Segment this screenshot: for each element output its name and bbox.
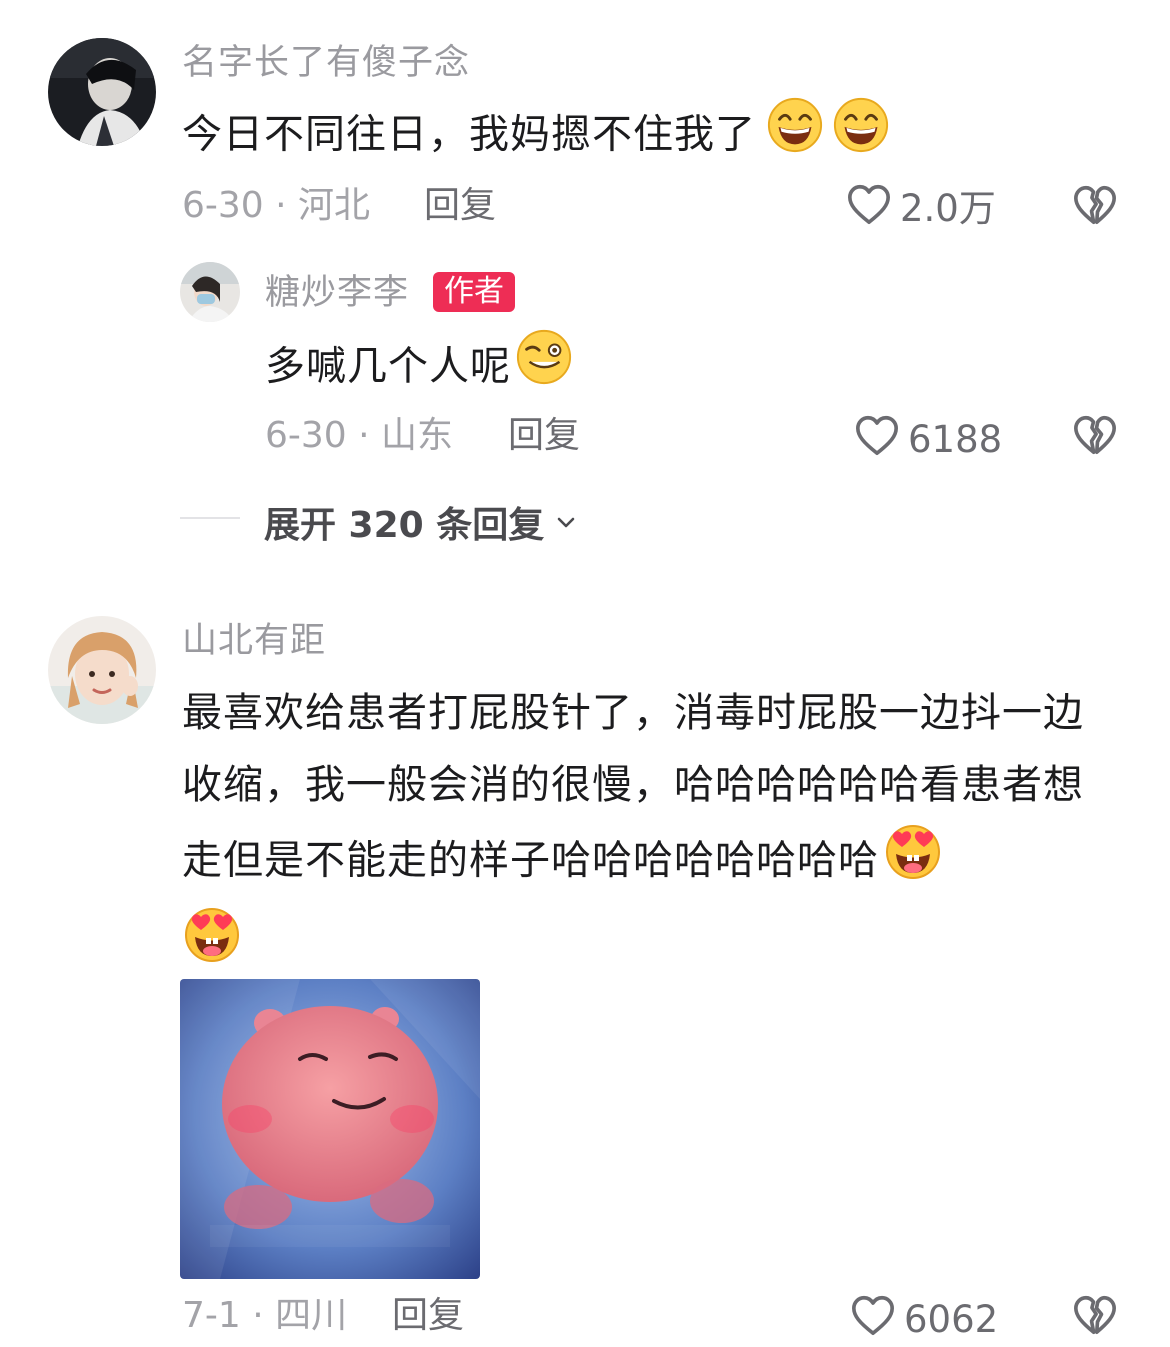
like-button[interactable]: 6188	[854, 413, 1002, 467]
expand-replies-label: 展开 320 条回复	[264, 505, 545, 546]
expand-replies-button[interactable]: 展开 320 条回复	[264, 496, 578, 548]
comment-username[interactable]: 名字长了有傻子念	[182, 41, 470, 85]
avatar[interactable]	[48, 616, 156, 724]
chevron-down-icon	[554, 502, 578, 543]
comment-image[interactable]	[180, 979, 480, 1279]
comment-username[interactable]: 糖炒李李	[265, 271, 409, 315]
grin-squint-emoji	[832, 96, 890, 177]
author-badge: 作者	[433, 272, 515, 312]
heart-eyes-emoji	[883, 821, 943, 904]
comment-location: 河北	[298, 185, 371, 226]
comment-location: 四川	[275, 1295, 348, 1336]
comment-body: 今日不同往日，我妈摁不住我了	[182, 111, 756, 158]
meta-separator: ·	[346, 415, 382, 456]
broken-heart-icon[interactable]	[1072, 183, 1118, 231]
reply-button[interactable]: 回复	[392, 1294, 464, 1338]
like-button[interactable]: 6062	[850, 1293, 998, 1347]
comment-text: 今日不同往日，我妈摁不住我了	[182, 96, 890, 177]
broken-heart-icon[interactable]	[1072, 413, 1118, 461]
comment-meta: 6-30 · 山东	[265, 414, 453, 458]
heart-outline-icon	[854, 413, 900, 467]
reply-button[interactable]: 回复	[508, 414, 580, 458]
like-count: 6062	[904, 1298, 999, 1341]
heart-outline-icon	[846, 182, 892, 236]
like-count: 2.0万	[900, 187, 996, 230]
reply-button[interactable]: 回复	[424, 184, 496, 228]
comment-date: 6-30	[182, 185, 264, 226]
comment-text: 多喊几个人呢	[265, 328, 573, 409]
meta-separator: ·	[263, 185, 299, 226]
comment-date: 7-1	[182, 1295, 241, 1336]
comment-body: 最喜欢给患者打屁股针了，消毒时屁股一边抖一边收缩，我一般会消的很慢，哈哈哈哈哈哈…	[182, 690, 1084, 884]
comment-body: 多喊几个人呢	[265, 343, 511, 390]
smirk-wink-emoji	[515, 328, 573, 409]
broken-heart-icon[interactable]	[1072, 1293, 1118, 1341]
comment-location: 山东	[381, 415, 454, 456]
avatar[interactable]	[48, 38, 156, 146]
comment-meta: 7-1 · 四川	[182, 1294, 347, 1338]
avatar[interactable]	[180, 262, 240, 322]
meta-separator: ·	[240, 1295, 276, 1336]
grin-squint-emoji	[766, 96, 824, 177]
like-count: 6188	[908, 418, 1003, 461]
heart-outline-icon	[850, 1293, 896, 1347]
comment-meta: 6-30 · 河北	[182, 184, 370, 228]
comment-date: 6-30	[265, 415, 347, 456]
comment-username[interactable]: 山北有距	[182, 619, 326, 663]
like-button[interactable]: 2.0万	[846, 182, 996, 236]
comment-text: 最喜欢给患者打屁股针了，消毒时屁股一边抖一边收缩，我一般会消的很慢，哈哈哈哈哈哈…	[182, 677, 1112, 987]
heart-eyes-emoji	[182, 904, 242, 987]
expand-divider	[180, 517, 240, 519]
